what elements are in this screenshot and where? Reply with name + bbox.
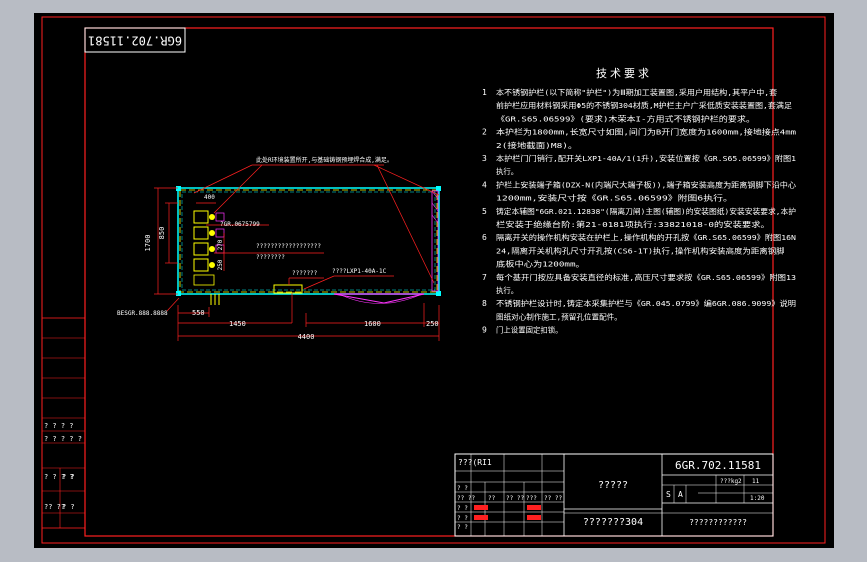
dim-850: 850 [158,227,166,240]
note-number: 9 [482,326,487,335]
tb-stage-s: S [666,490,671,499]
note-number: 1 [482,88,487,97]
tb-row-label: ? ? [457,485,468,492]
note-line: 2(接地截面)M8)。 [496,141,577,150]
tb-header-cell: ??? [526,495,537,502]
note-line: 隔离开关的操作机构安装在护栏上,操作机构的开孔按《GR.S65.06599》附图… [496,233,796,242]
note-line: 本护栏为1800mm,长宽尺寸如图,间门为B开门宽度为1600mm,接地接点4m… [496,128,797,137]
corner-post [436,186,441,191]
note-line: 《GR.S65.06599》(要求)木荣本I-方用式不锈钢护栏的要求。 [496,114,755,123]
tb-name: ????? [598,480,628,491]
note-line: 护栏上安装端子箱(DZX-N(内端尺大端子板)),端子箱安装高度为距离钢脚下沿中… [496,180,797,189]
note-line: 24,隔离开关机构孔尺寸开孔按(CS6-1T)执行,操作机构安装高度为距离钢脚 [496,246,785,255]
technical-notes: 技术要求 1 本不锈钢护栏(以下简称"护栏")为Ⅲ期加工装置图,采用户用结构,其平… [482,67,797,335]
dim-1450: 1450 [229,320,246,328]
note-number: 5 [482,207,487,216]
note-line: 栏安装于绝缘台阶:第21-0181项执行:33821018-0的安装要求。 [496,220,770,229]
dim-250: 250 [217,259,224,270]
drawing-sheet: 6GR.702.11581 ? ? ? ? ? ? ? ? ? ? ? ? ? … [34,13,834,548]
plan-label-switch: ????LXP1-40A-1C [332,268,387,275]
title-block: ???(RI1 ????? ???????304 6GR.702.11581 ?… [454,453,774,537]
dim-1600: 1600 [364,320,381,328]
tb-scale: 1:20 [750,495,765,502]
dim-250-bottom: 250 [426,320,439,328]
note-number: 7 [482,273,487,282]
note-line: 铸定本辅图"6GR.021.12838"(隔离刀闸)主图(辅图)的安装图纸)安装… [496,207,796,216]
left-strip-cell: ? ? ? ? [44,422,74,430]
plan-label-left: BESGR.888.8888 [117,310,168,317]
tb-header-cell: ?? ?? [506,495,524,502]
plan-top-note: 此处R环境装置所开,与基础铸钢预埋焊合成,满足。 [256,156,393,164]
left-strip-cell: ? ? [62,473,75,481]
tb-header-cell: ?? [488,495,496,502]
note-line: 底板中心为1200mm。 [496,260,585,269]
tb-drawing-number: 6GR.702.11581 [675,459,761,472]
plan-label-small: ??????? [292,270,318,277]
note-line: 执行。 [496,286,518,295]
dim-550: 550 [192,309,205,317]
tb-stage-a: A [678,490,683,499]
tb-row-label: ?? ?? [457,495,475,502]
tb-row-label: ? ? [457,524,468,531]
dim-4400: 4400 [298,333,315,341]
tb-weight: ???kg2 [720,478,742,485]
left-strip-cell: ? ? [62,503,75,511]
note-line: 门上设置固定扣锁。 [496,326,563,335]
tb-header-cell: ?? ?? [544,495,562,502]
corner-post [176,291,181,296]
dim-400: 400 [204,194,215,201]
rotated-number-box: 6GR.702.11581 [84,27,186,53]
plan-label-qmarks2: ???????? [256,254,285,261]
tb-row-label: ? ? [457,505,468,512]
dim-1700: 1700 [144,235,152,252]
note-number: 6 [482,233,487,242]
corner-post [176,186,181,191]
cad-drawing-canvas: 6GR.702.11581 ? ? ? ? ? ? ? ? ? ? ? ? ? … [41,16,826,544]
left-strip-cell: ? ? ? ? ? [44,435,82,443]
note-line: 本不锈钢护栏(以下简称"护栏")为Ⅲ期加工装置图,采用户用结构,其平户中,套 [496,88,778,97]
tb-code: ???????304 [583,517,643,528]
note-number: 3 [482,154,487,163]
note-line: 执行。 [496,167,518,176]
tb-sheet: 11 [752,478,760,485]
tb-company: ???????????? [689,518,747,527]
corner-post [436,291,441,296]
note-line: 不锈钢护栏设计时,铸定本采集护栏与《GR.045.0799》编6GR.086.9… [496,299,796,308]
plan-label-tag: ?GR.0675799 [220,221,260,228]
note-number: 2 [482,128,487,137]
tb-material-tag: ???(RI1 [458,458,492,467]
note-line: 每个基开门按应具备安装直径的标准,高压尺寸要求按《GR.S65.06599》附图… [496,273,796,282]
note-line: 前护栏应用材料钢采用Φ5的不锈钢304材质,M护栏主户广采低质安装装置图,套满足 [496,101,793,110]
left-strip-table: ? ? ? ? ? ? ? ? ? ? ? ? ? ?? ?? ? ? ? ? [41,317,86,529]
notes-title: 技术要求 [596,67,652,80]
tb-row-label: ? ? [457,515,468,522]
rotated-drawing-number: 6GR.702.11581 [88,34,182,48]
notes-lines: 1 本不锈钢护栏(以下简称"护栏")为Ⅲ期加工装置图,采用户用结构,其平户中,套前… [482,88,797,335]
plan-view: 400 1700 850 270 250 550 1450 1600 250 4… [117,156,441,341]
note-line: 1200mm,安装尺寸按《GR.S65.06599》附图6执行。 [496,194,733,203]
note-line: 本护栏门门销行,配开关LXP1-40A/1(1升),安装位置按《GR.S65.0… [496,154,796,163]
note-line: 图纸对心制作施工,预留孔位置配件。 [496,312,622,321]
plan-label-qmarks: ?????????????????? [256,243,321,250]
dim-270: 270 [217,239,224,250]
note-number: 4 [482,180,487,189]
note-number: 8 [482,299,487,308]
